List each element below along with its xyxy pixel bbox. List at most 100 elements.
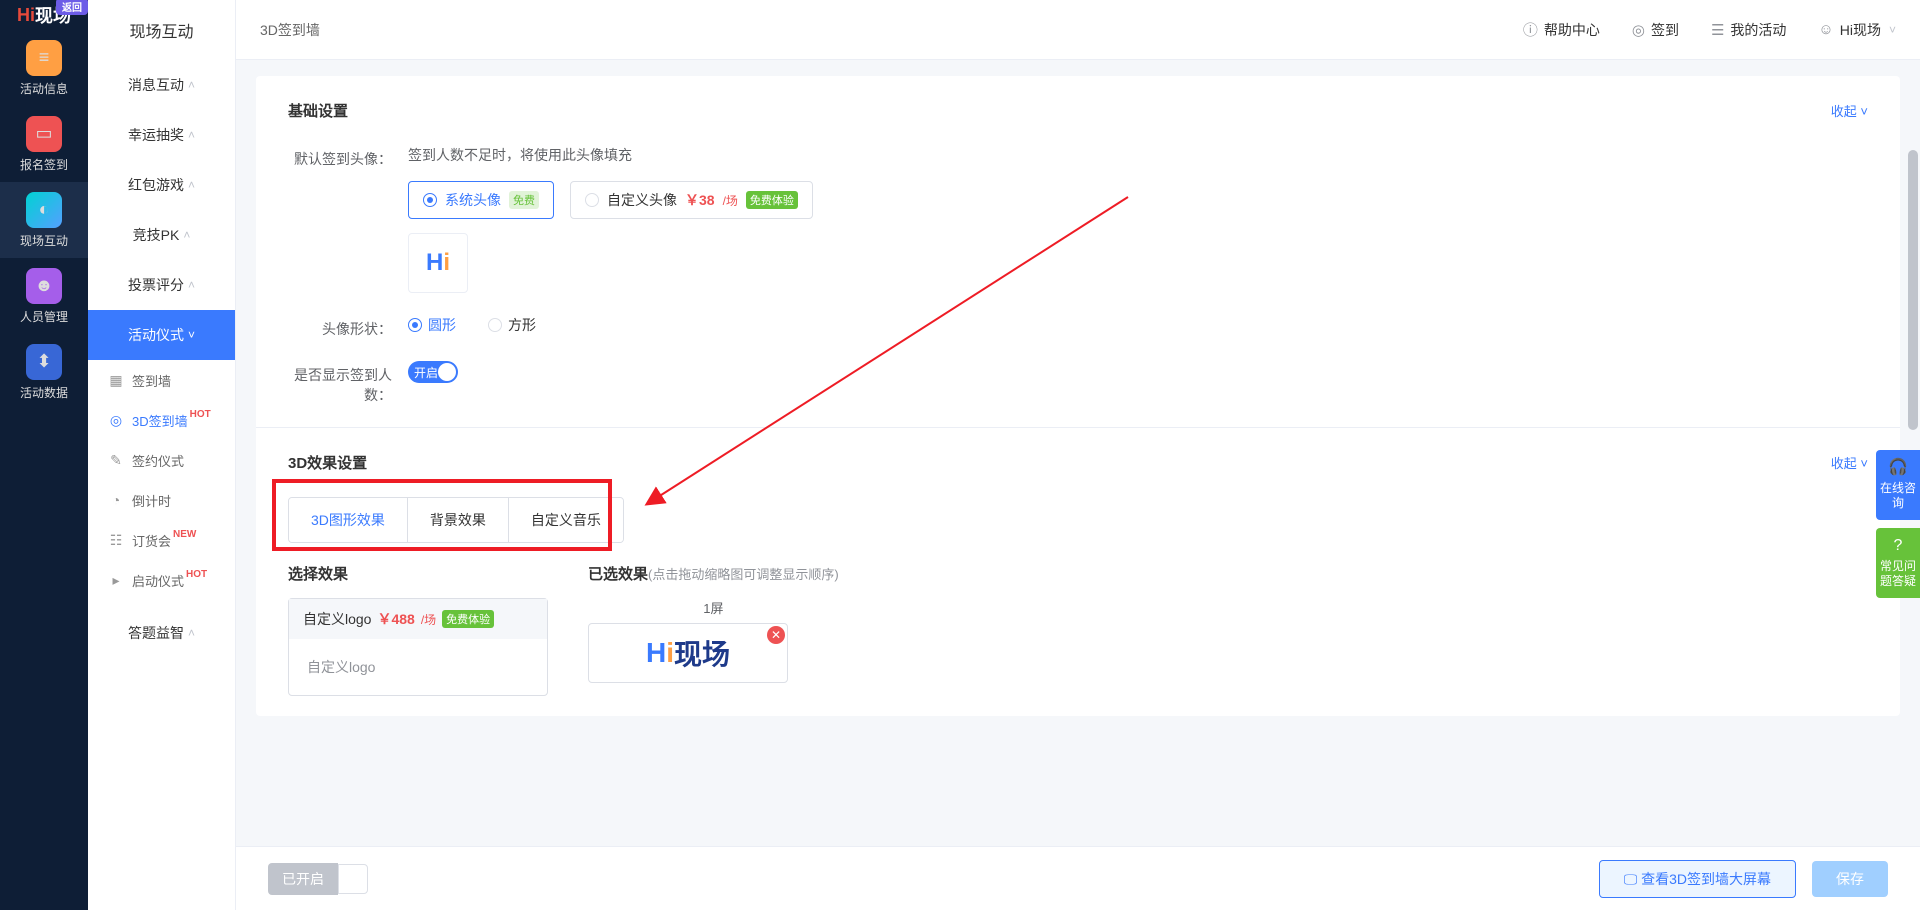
showcount-row: 是否显示签到人数： 开启 <box>288 361 1868 405</box>
breadcrumb: 3D签到墙 <box>260 20 320 40</box>
secondary-sidebar: 现场互动 消息互动 ˄ 幸运抽奖 ˄ 红包游戏 ˄ 竞技PK ˄ 投票评分 ˄ … <box>88 0 236 910</box>
shape-label: 头像形状： <box>288 315 408 339</box>
sub-3d-signin[interactable]: ◎3D签到墙HOT <box>88 400 235 440</box>
menu-lottery[interactable]: 幸运抽奖 ˄ <box>88 110 235 160</box>
avatar-row: 默认签到头像： 签到人数不足时，将使用此头像填充 系统头像 免费 <box>288 145 1868 293</box>
remove-button[interactable]: ✕ <box>767 626 785 644</box>
section-title: 3D效果设置 <box>288 452 367 473</box>
pen-icon: ✎ <box>108 452 124 468</box>
chevron-up-icon: ˄ <box>183 228 190 242</box>
option-system-avatar[interactable]: 系统头像 免费 <box>408 181 554 219</box>
scrollbar-thumb[interactable] <box>1908 150 1918 430</box>
new-badge: NEW <box>173 529 196 540</box>
avatar-label: 默认签到头像： <box>288 145 408 169</box>
people-icon: ☻ <box>26 268 62 304</box>
showcount-label: 是否显示签到人数： <box>288 361 408 405</box>
menu-pk[interactable]: 竞技PK ˄ <box>88 210 235 260</box>
my-activities-link[interactable]: ☰我的活动 <box>1711 20 1786 40</box>
collapse-link[interactable]: 收起 ˅ <box>1831 453 1868 472</box>
select-effect-col: 选择效果 自定义logo ￥488/场 免费体验 自定义logo <box>288 563 548 696</box>
chevron-up-icon: ˄ <box>188 178 195 192</box>
content-scroll[interactable]: 基础设置 收起 ˅ 默认签到头像： 签到人数不足时，将使用此头像填充 系统头像 <box>236 60 1920 846</box>
radio-icon <box>423 193 437 207</box>
location-icon: ◎ <box>1632 21 1645 39</box>
chevron-up-icon: ˄ <box>188 128 195 142</box>
tab-background[interactable]: 背景效果 <box>408 498 509 542</box>
preview-thumbnail[interactable]: ✕ Hi现场 <box>588 623 788 683</box>
sub-launch[interactable]: ▸启动仪式HOT <box>88 560 235 600</box>
logo-hi: Hi <box>17 5 35 26</box>
nav-data[interactable]: ⬍ 活动数据 <box>0 334 88 410</box>
save-button[interactable]: 保存 <box>1812 861 1888 897</box>
tab-music[interactable]: 自定义音乐 <box>509 498 623 542</box>
enabled-toggle[interactable] <box>338 864 368 894</box>
avatar-help: 签到人数不足时，将使用此头像填充 <box>408 145 1868 165</box>
select-title: 选择效果 <box>288 563 548 584</box>
trial-tag: 免费体验 <box>746 191 798 209</box>
screen-label: 1屏 <box>588 598 839 617</box>
user-menu[interactable]: ☺Hi现场˅ <box>1818 20 1896 40</box>
radio-square[interactable]: 方形 <box>488 315 536 335</box>
list-icon: ☷ <box>108 532 124 548</box>
enabled-pill: 已开启 <box>268 863 338 895</box>
nav-activity-info[interactable]: ≡ 活动信息 <box>0 30 88 106</box>
logo-card[interactable]: 自定义logo ￥488/场 免费体验 自定义logo <box>288 598 548 696</box>
view-bigscreen-button[interactable]: 🖵 查看3D签到墙大屏幕 <box>1599 860 1796 898</box>
radio-circle[interactable]: 圆形 <box>408 315 456 335</box>
sub-order[interactable]: ☷订货会NEW <box>88 520 235 560</box>
sub-signing[interactable]: ✎签约仪式 <box>88 440 235 480</box>
logo-card-head: 自定义logo ￥488/场 免费体验 <box>289 599 547 639</box>
settings-card: 基础设置 收起 ˅ 默认签到头像： 签到人数不足时，将使用此头像填充 系统头像 <box>256 76 1900 716</box>
app-logo[interactable]: Hi现场 返回 <box>0 0 88 30</box>
wall-icon: ▦ <box>108 372 124 388</box>
user-icon: ☺ <box>1818 21 1833 38</box>
play-icon: ▸ <box>108 572 124 588</box>
shape-row: 头像形状： 圆形 方形 <box>288 315 1868 339</box>
tab-3d-shape[interactable]: 3D图形效果 <box>289 498 408 542</box>
list-icon: ☰ <box>1711 21 1724 39</box>
chevron-down-icon: ˅ <box>1860 104 1868 119</box>
basic-settings-section: 基础设置 收起 ˅ 默认签到头像： 签到人数不足时，将使用此头像填充 系统头像 <box>256 76 1900 428</box>
monitor-icon: 🖵 <box>1624 871 1641 887</box>
menu-redpacket[interactable]: 红包游戏 ˄ <box>88 160 235 210</box>
sub-countdown[interactable]: ◔倒计时 <box>88 480 235 520</box>
nav-people[interactable]: ☻ 人员管理 <box>0 258 88 334</box>
price: ￥38 <box>685 190 715 210</box>
option-custom-avatar[interactable]: 自定义头像 ￥38/场 免费体验 <box>570 181 813 219</box>
radio-icon <box>408 318 422 332</box>
showcount-switch[interactable]: 开启 <box>408 361 458 383</box>
switch-knob <box>438 363 456 381</box>
cube-icon: ◎ <box>108 412 124 428</box>
chevron-down-icon: ˅ <box>188 328 195 342</box>
effects-row: 选择效果 自定义logo ￥488/场 免费体验 自定义logo <box>288 563 1868 716</box>
info-icon: ⓘ <box>1523 19 1538 40</box>
interaction-icon: ◐ <box>26 192 62 228</box>
selected-effect-col: 已选效果(点击拖动缩略图可调整显示顺序) 1屏 ✕ Hi现场 <box>588 563 839 683</box>
menu-ceremony[interactable]: 活动仪式 ˅ <box>88 310 235 360</box>
nav-live-interaction[interactable]: ◐ 现场互动 <box>0 182 88 258</box>
menu-vote[interactable]: 投票评分 ˄ <box>88 260 235 310</box>
tabs-row: 3D图形效果 背景效果 自定义音乐 <box>288 497 1868 543</box>
trial-tag: 免费体验 <box>442 610 494 628</box>
collapse-link[interactable]: 收起 ˅ <box>1831 101 1868 120</box>
avatar-preview: Hi <box>408 233 468 293</box>
chevron-up-icon: ˄ <box>188 626 195 640</box>
section-title: 基础设置 <box>288 100 348 121</box>
logo-badge[interactable]: 返回 <box>56 0 88 15</box>
free-tag: 免费 <box>509 191 539 209</box>
hot-badge: HOT <box>190 409 211 420</box>
menu-quiz[interactable]: 答题益智 ˄ <box>88 608 235 658</box>
help-link[interactable]: ⓘ帮助中心 <box>1523 19 1600 40</box>
enabled-indicator: 已开启 <box>268 863 368 895</box>
radio-icon <box>585 193 599 207</box>
checkin-link[interactable]: ◎签到 <box>1632 20 1679 40</box>
tab-group: 3D图形效果 背景效果 自定义音乐 <box>288 497 624 543</box>
menu-message[interactable]: 消息互动 ˄ <box>88 60 235 110</box>
chevron-down-icon: ˅ <box>1860 456 1868 471</box>
calendar-icon: ▭ <box>26 116 62 152</box>
main-area: 3D签到墙 ⓘ帮助中心 ◎签到 ☰我的活动 ☺Hi现场˅ 基础设置 收起 ˅ 默… <box>236 0 1920 910</box>
sec-title: 现场互动 <box>88 0 235 60</box>
nav-signup-checkin[interactable]: ▭ 报名签到 <box>0 106 88 182</box>
sub-signin-wall[interactable]: ▦签到墙 <box>88 360 235 400</box>
logo-card-body: 自定义logo <box>289 639 547 695</box>
